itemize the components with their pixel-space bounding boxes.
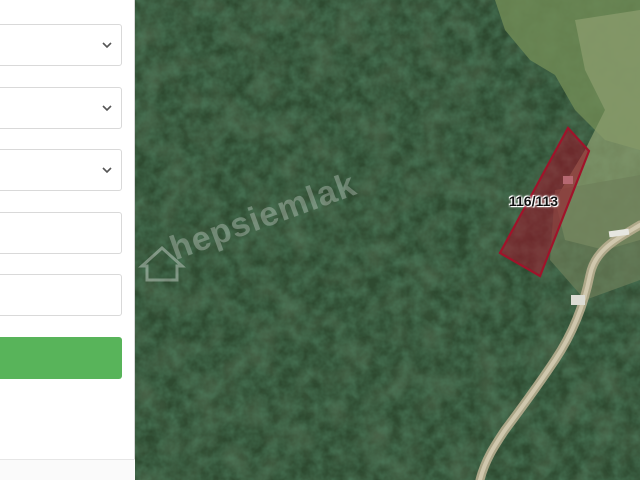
chevron-down-icon (102, 42, 112, 49)
satellite-map[interactable]: hepsiemlak 116/113 (135, 0, 640, 480)
select-field-3[interactable] (0, 149, 122, 191)
panel-footer (0, 459, 135, 480)
text-input-2[interactable] (0, 274, 122, 316)
submit-button[interactable] (0, 337, 122, 379)
text-input-1[interactable] (0, 212, 122, 254)
filter-panel (0, 0, 135, 480)
parcel-label: 116/113 (509, 193, 559, 209)
chevron-down-icon (102, 167, 112, 174)
select-field-2[interactable] (0, 87, 122, 129)
select-field-1[interactable] (0, 24, 122, 66)
chevron-down-icon (102, 105, 112, 112)
